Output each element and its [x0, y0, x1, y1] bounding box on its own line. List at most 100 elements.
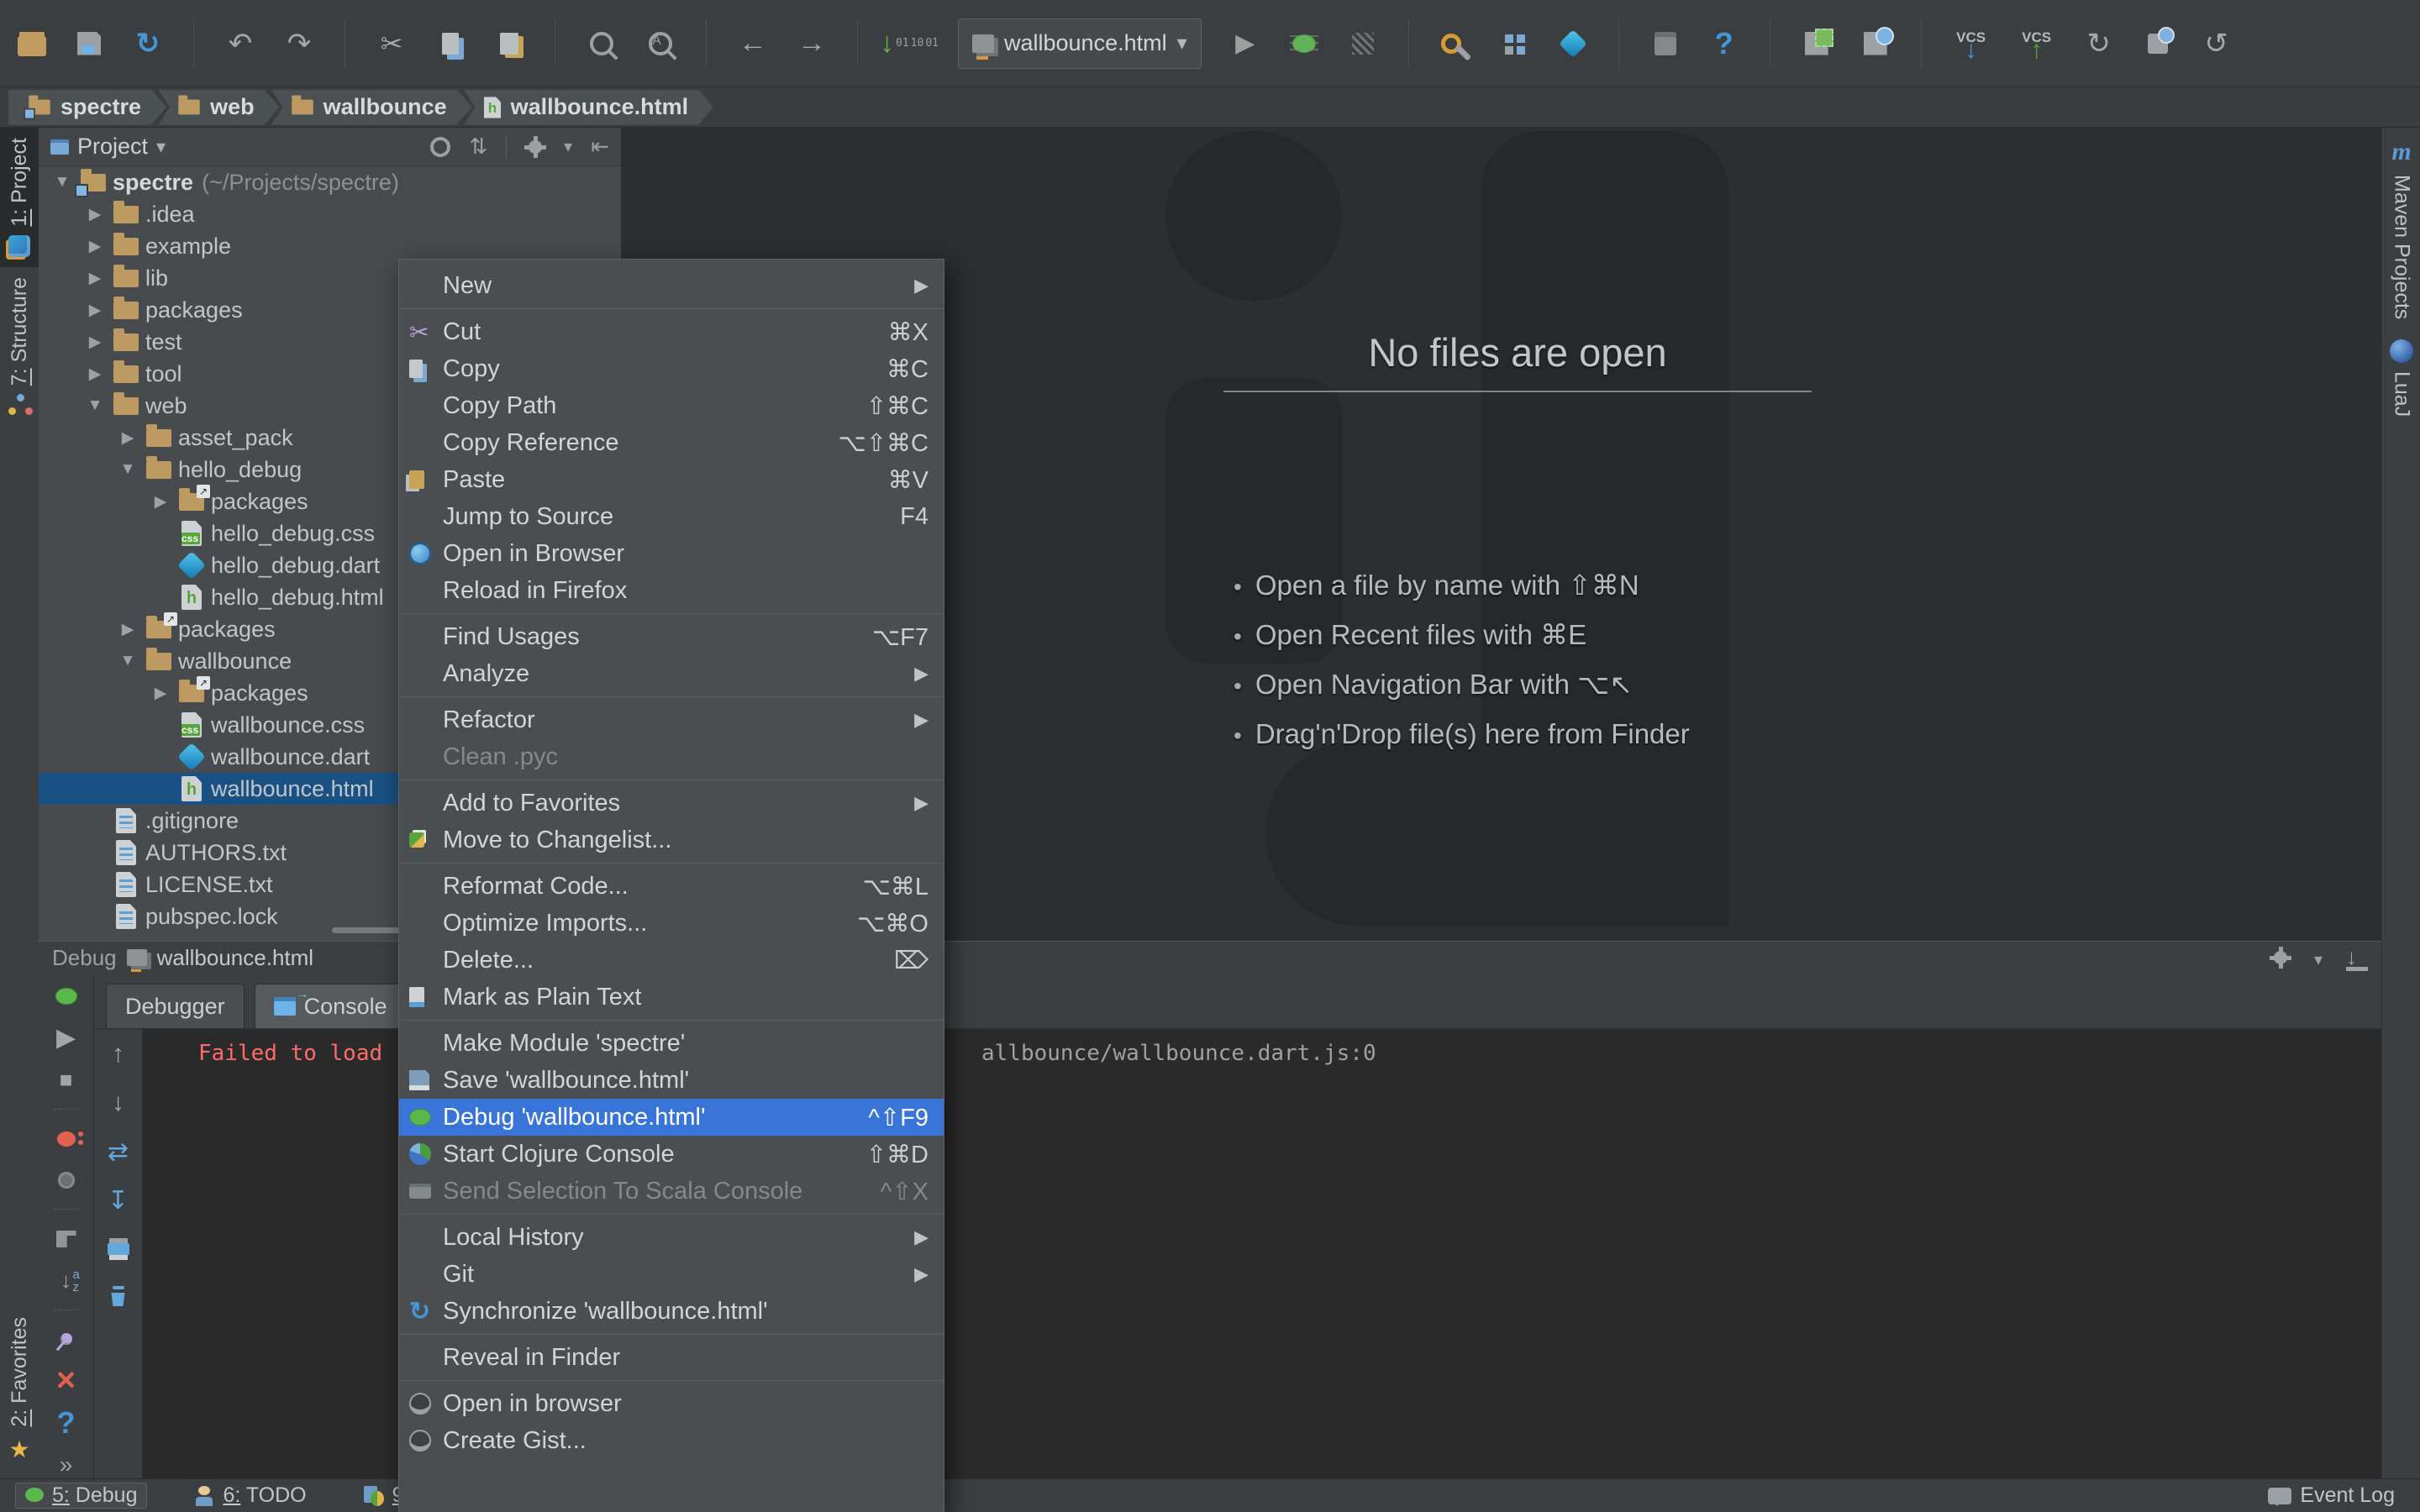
menu-item-local-history[interactable]: Local History — [399, 1219, 944, 1256]
menu-item-synchronize-wallbounce-html-[interactable]: Synchronize 'wallbounce.html' — [399, 1293, 944, 1330]
tree-toggle-icon[interactable] — [80, 301, 110, 320]
horizontal-scrollbar[interactable] — [332, 927, 402, 933]
breadcrumb-item[interactable]: wallbounce.html — [464, 90, 714, 125]
menu-item-reveal-in-finder[interactable]: Reveal in Finder — [399, 1339, 944, 1376]
tree-toggle-icon[interactable] — [80, 396, 110, 415]
sidebar-tab-luaj[interactable]: LuaJ — [2382, 329, 2420, 427]
event-log-button[interactable]: Event Log — [2258, 1483, 2405, 1509]
statusbar-button-5-debug[interactable]: 5: Debug — [15, 1483, 147, 1509]
minimize-panel-icon[interactable] — [2346, 944, 2368, 971]
menu-item-analyze[interactable]: Analyze — [399, 655, 944, 692]
tree-toggle-icon[interactable] — [80, 365, 110, 384]
console-source-link[interactable]: allbounce/wallbounce.dart.js:0 — [981, 1041, 1376, 1066]
run-settings-icon[interactable] — [1437, 25, 1474, 62]
cut-icon[interactable] — [373, 25, 410, 62]
menu-item-clean-pyc[interactable]: Clean .pyc — [399, 738, 944, 775]
chevron-down-icon[interactable] — [564, 136, 572, 157]
tree-row[interactable]: spectre(~/Projects/spectre) — [39, 166, 621, 198]
sidebar-tab-1-project[interactable]: 1: Project — [0, 128, 39, 267]
back-icon[interactable] — [734, 25, 771, 62]
search-icon[interactable] — [583, 25, 620, 62]
tree-toggle-icon[interactable] — [113, 428, 143, 448]
dart-sdk-icon[interactable] — [1555, 25, 1591, 62]
debug-rerun-icon[interactable] — [50, 982, 83, 1010]
down-icon[interactable] — [102, 1088, 135, 1118]
tree-toggle-icon[interactable] — [80, 269, 110, 288]
more-icon[interactable] — [50, 1452, 83, 1479]
save-clock-icon[interactable] — [1857, 25, 1894, 62]
sidebar-tab-2-favorites[interactable]: 2: Favorites — [0, 1307, 39, 1473]
locate-icon[interactable] — [430, 137, 450, 157]
menu-item-start-clojure-console[interactable]: Start Clojure Console ⇧⌘D — [399, 1136, 944, 1173]
restore-layout-icon[interactable] — [50, 1225, 83, 1252]
help-icon[interactable] — [50, 1408, 83, 1438]
menu-item-new[interactable]: New — [399, 267, 944, 304]
tree-toggle-icon[interactable] — [113, 460, 143, 479]
menu-item-refactor[interactable]: Refactor — [399, 701, 944, 738]
breadcrumb-item[interactable]: web — [158, 90, 280, 125]
project-view-label[interactable]: Project — [77, 134, 148, 160]
menu-item-copy[interactable]: Copy ⌘C — [399, 350, 944, 387]
tree-row[interactable]: .idea — [39, 198, 621, 230]
redo-icon[interactable] — [281, 25, 318, 62]
debug-bug-icon[interactable] — [1286, 25, 1323, 62]
menu-item-debug-wallbounce-html-[interactable]: Debug 'wallbounce.html' ^⇧F9 — [399, 1099, 944, 1136]
tree-toggle-icon[interactable] — [47, 173, 77, 192]
print-icon[interactable] — [102, 1234, 135, 1264]
menu-item-jump-to-source[interactable]: Jump to Source F4 — [399, 498, 944, 535]
menu-item-move-to-changelist-[interactable]: Move to Changelist... — [399, 822, 944, 858]
tree-toggle-icon[interactable] — [145, 492, 176, 512]
menu-item-save-wallbounce-html-[interactable]: Save 'wallbounce.html' — [399, 1062, 944, 1099]
menu-item-add-to-favorites[interactable]: Add to Favorites — [399, 785, 944, 822]
vcs-update-icon[interactable] — [2081, 25, 2118, 62]
menu-item-find-usages[interactable]: Find Usages ⌥F7 — [399, 618, 944, 655]
stop-icon[interactable] — [50, 1066, 83, 1094]
tree-toggle-icon[interactable] — [80, 205, 110, 224]
sidebar-tab-maven-projects[interactable]: Maven Projects — [2382, 128, 2420, 329]
menu-item-reload-in-firefox[interactable]: Reload in Firefox — [399, 572, 944, 609]
tree-toggle-icon[interactable] — [113, 620, 143, 639]
gear-icon[interactable] — [2270, 948, 2291, 968]
tab-console[interactable]: Console — [255, 984, 407, 1028]
undo-icon[interactable] — [222, 25, 259, 62]
mute-breakpoints-icon[interactable] — [50, 1166, 83, 1194]
save-all-icon[interactable] — [71, 25, 108, 62]
view-breakpoints-icon[interactable] — [50, 1125, 83, 1152]
menu-item-git[interactable]: Git — [399, 1256, 944, 1293]
replace-icon[interactable]: A — [642, 25, 679, 62]
menu-item-mark-as-plain-text[interactable]: Mark as Plain Text — [399, 979, 944, 1016]
tree-toggle-icon[interactable] — [80, 333, 110, 352]
menu-item-make-module-spectre-[interactable]: Make Module 'spectre' — [399, 1025, 944, 1062]
make-icon[interactable]: 011001 — [886, 25, 933, 62]
vcs-commit-icon[interactable] — [2139, 25, 2176, 62]
save-chip-icon[interactable] — [1798, 25, 1835, 62]
resume-icon[interactable] — [50, 1023, 83, 1053]
rerun-frame-icon[interactable] — [102, 1137, 135, 1167]
gear-icon[interactable] — [525, 137, 545, 157]
menu-item-cut[interactable]: Cut ⌘X — [399, 313, 944, 350]
menu-item-copy-path[interactable]: Copy Path ⇧⌘C — [399, 387, 944, 424]
close-icon[interactable] — [50, 1367, 83, 1394]
up-icon[interactable] — [102, 1039, 135, 1069]
menu-item-open-in-browser[interactable]: Open in browser — [399, 1385, 944, 1422]
vcs-rollback-icon[interactable] — [2198, 25, 2235, 62]
breadcrumb-item[interactable]: wallbounce — [271, 90, 472, 125]
tree-toggle-icon[interactable] — [80, 237, 110, 256]
open-folder-icon[interactable] — [15, 25, 49, 62]
chevron-down-icon[interactable] — [156, 136, 166, 158]
help-icon[interactable] — [1706, 25, 1743, 62]
menu-item-reformat-code-[interactable]: Reformat Code... ⌥⌘L — [399, 868, 944, 905]
tab-debugger[interactable]: Debugger — [106, 984, 245, 1028]
menu-item-create-gist-[interactable]: Create Gist... — [399, 1422, 944, 1459]
sdk-manager-icon[interactable] — [1647, 25, 1684, 62]
menu-item-open-in-browser[interactable]: Open in Browser — [399, 535, 944, 572]
menu-item-paste[interactable]: Paste ⌘V — [399, 461, 944, 498]
collapse-all-icon[interactable] — [469, 134, 487, 160]
coverage-icon[interactable] — [1344, 25, 1381, 62]
statusbar-button-6-todo[interactable]: 6: TODO — [184, 1483, 316, 1509]
copy-icon[interactable] — [432, 25, 469, 62]
hide-panel-icon[interactable] — [591, 134, 609, 160]
vcs-checkout-icon[interactable]: VCS — [1949, 25, 1993, 62]
menu-item-send-selection-to-scala-console[interactable]: Send Selection To Scala Console ^⇧X — [399, 1173, 944, 1210]
vcs-push-icon[interactable]: VCS — [2015, 25, 2059, 62]
